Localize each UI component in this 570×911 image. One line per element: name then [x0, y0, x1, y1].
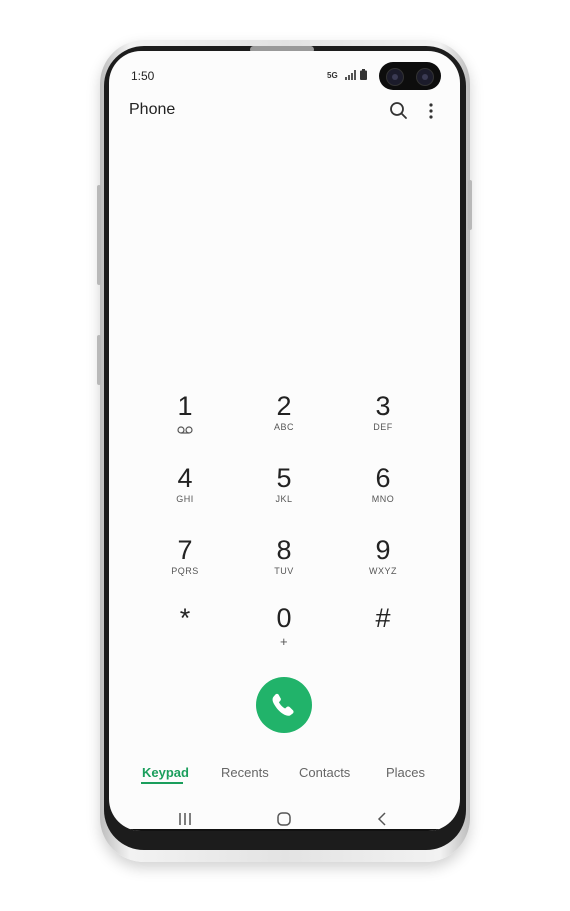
screen-bottom-edge: [109, 829, 460, 831]
back-icon: [377, 812, 386, 826]
key-digit: 0: [276, 603, 292, 633]
search-icon: [390, 102, 407, 119]
power-button: [468, 180, 472, 230]
phone-screen: 1:50 5G Phone 1 2 ABC 3 DEF 4 GHI 5 JKL …: [109, 51, 460, 831]
home-icon: [277, 812, 291, 826]
key-digit: #: [375, 603, 391, 633]
key-letters: PQRS: [171, 566, 199, 576]
more-options-button[interactable]: [419, 99, 443, 123]
key-letters: GHI: [176, 494, 194, 504]
key-digit: *: [179, 603, 191, 633]
status-time: 1:50: [131, 69, 155, 83]
key-2[interactable]: 2 ABC: [249, 391, 319, 451]
camera-lens-icon: [386, 68, 404, 86]
key-digit: 4: [177, 463, 193, 493]
key-letters: JKL: [275, 494, 293, 504]
more-vertical-icon: [429, 103, 433, 119]
key-digit: 2: [276, 391, 292, 421]
camera-lens-icon: [416, 68, 434, 86]
tab-recents[interactable]: Recents: [221, 765, 269, 780]
signal-icon: [345, 70, 356, 80]
key-digit: 3: [375, 391, 391, 421]
volume-button: [97, 185, 101, 285]
active-tab-indicator: [141, 782, 183, 784]
key-digit: 9: [375, 535, 391, 565]
tab-places[interactable]: Places: [386, 765, 425, 780]
key-letters: DEF: [373, 422, 393, 432]
tab-contacts[interactable]: Contacts: [299, 765, 350, 780]
search-button[interactable]: [387, 99, 411, 123]
key-7[interactable]: 7 PQRS: [150, 535, 220, 595]
key-6[interactable]: 6 MNO: [348, 463, 418, 523]
key-letters: MNO: [371, 494, 395, 504]
voicemail-icon: [177, 426, 193, 434]
key-letters: WXYZ: [369, 566, 397, 576]
key-9[interactable]: 9 WXYZ: [348, 535, 418, 595]
key-digit: 1: [177, 391, 193, 421]
phone-icon: [272, 693, 294, 716]
bixby-button: [97, 335, 101, 385]
key-star[interactable]: *: [150, 603, 220, 663]
key-hash[interactable]: #: [348, 603, 418, 663]
key-letters: TUV: [274, 566, 294, 576]
key-0[interactable]: 0 +: [249, 603, 319, 663]
call-button[interactable]: [256, 677, 312, 733]
key-letters: +: [279, 634, 289, 649]
network-type: 5G: [327, 71, 338, 80]
battery-icon: [360, 69, 367, 80]
recent-apps-icon: [179, 813, 191, 825]
key-8[interactable]: 8 TUV: [249, 535, 319, 595]
page-title: Phone: [129, 101, 176, 118]
front-camera-cutout: [379, 62, 441, 90]
key-1[interactable]: 1: [150, 391, 220, 451]
key-digit: 5: [276, 463, 292, 493]
key-digit: 8: [276, 535, 292, 565]
key-digit: 7: [177, 535, 193, 565]
tab-keypad[interactable]: Keypad: [142, 765, 189, 780]
nav-recents-button[interactable]: [177, 811, 193, 831]
nav-back-button[interactable]: [375, 811, 391, 831]
nav-home-button[interactable]: [276, 811, 292, 831]
key-digit: 6: [375, 463, 391, 493]
key-5[interactable]: 5 JKL: [249, 463, 319, 523]
key-3[interactable]: 3 DEF: [348, 391, 418, 451]
key-letters: ABC: [273, 422, 294, 432]
key-4[interactable]: 4 GHI: [150, 463, 220, 523]
network-indicator: 5G: [327, 71, 338, 80]
